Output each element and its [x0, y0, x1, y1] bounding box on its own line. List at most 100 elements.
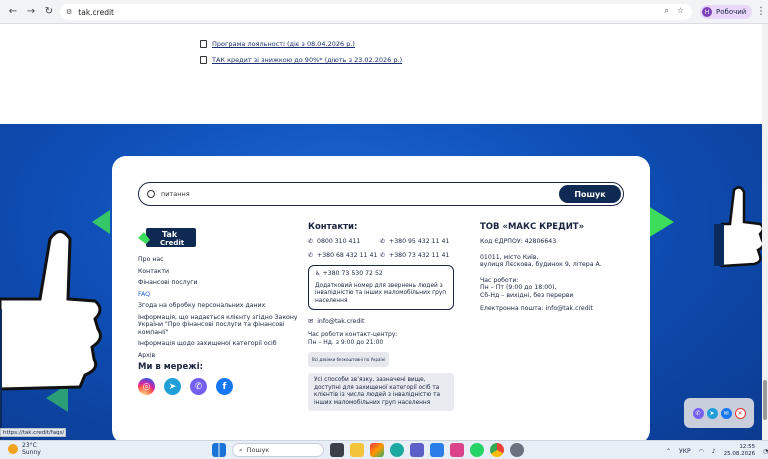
- search-icon: ⌕: [239, 445, 243, 454]
- footer-links: Про нас Контакти Фінансові послуги FAQ З…: [138, 256, 298, 363]
- viber-chat-icon[interactable]: ✆: [692, 407, 704, 419]
- contact-email-text: info@tak.credit: [317, 318, 365, 325]
- phone-icon: ✆: [380, 238, 386, 245]
- store-icon[interactable]: [430, 443, 444, 457]
- contacts-column: Контакти: ✆ 0800 310 411 ✆ +380 95 432 11 …: [308, 222, 458, 411]
- document-link[interactable]: Програма лояльності (діє з 08.04.2026 р.…: [212, 40, 355, 48]
- footer-link-faq[interactable]: FAQ: [138, 291, 298, 299]
- bookmark-star-icon[interactable]: ☆: [677, 6, 684, 16]
- settings-icon[interactable]: [510, 443, 524, 457]
- accessibility-icon: ♿: [315, 270, 321, 277]
- telegram-icon[interactable]: ➤: [164, 378, 181, 395]
- windows-start-icon[interactable]: [212, 443, 226, 457]
- taskbar-apps: ⌕ Пошук: [212, 443, 524, 457]
- page-scrollbar[interactable]: [762, 24, 768, 444]
- zoom-icon[interactable]: ⌕: [664, 6, 668, 16]
- accessibility-phone-box: ♿ +380 73 530 72 52 Додатковий номер для…: [308, 265, 454, 310]
- footer-link-protected[interactable]: Інформація щодо захищеної категорії осіб: [138, 340, 298, 348]
- weather-temp: 23°C: [22, 442, 37, 449]
- phone-number: +380 95 432 11 41: [389, 238, 450, 245]
- forward-icon[interactable]: →: [22, 3, 40, 21]
- weather-widget[interactable]: 23°C Sunny: [8, 442, 41, 456]
- mail-icon: ✉: [308, 318, 314, 325]
- clock[interactable]: 12:55 25.08.2026: [724, 444, 756, 458]
- phone-item[interactable]: ✆ +380 95 432 11 41: [380, 238, 460, 245]
- tak-credit-logo[interactable]: Tak Credit: [138, 226, 196, 248]
- taskbar-search[interactable]: ⌕ Пошук: [232, 443, 324, 457]
- notification-icon[interactable]: ◔: [763, 448, 768, 455]
- accessibility-phone-number: +380 73 530 72 52: [322, 270, 383, 277]
- clock-date: 25.08.2026: [723, 451, 756, 457]
- socials-list: ◎ ➤ ✆ f: [138, 378, 233, 395]
- decorative-triangle: [648, 206, 674, 238]
- search-bar: питання Пошук: [138, 182, 624, 206]
- documents-list: Програма лояльності (діє з 08.04.2026 р.…: [200, 40, 402, 72]
- whatsapp-icon[interactable]: [470, 443, 484, 457]
- document-icon: [200, 56, 207, 64]
- task-view-icon[interactable]: [330, 443, 344, 457]
- chrome-icon[interactable]: [490, 443, 504, 457]
- facebook-icon[interactable]: f: [216, 378, 233, 395]
- footer-link-services[interactable]: Фінансові послуги: [138, 279, 298, 287]
- site-info-icon[interactable]: ⚙: [66, 8, 72, 16]
- footer-link-about[interactable]: Про нас: [138, 256, 298, 264]
- menu-dots-icon[interactable]: ⋮: [756, 6, 766, 17]
- logo-text-top: Tak: [162, 230, 178, 239]
- search-input[interactable]: питання: [161, 190, 190, 198]
- wifi-icon[interactable]: ◠: [699, 448, 704, 455]
- phone-number: +380 73 432 11 41: [389, 252, 450, 259]
- accessibility-desc: Додатковий номер для звернень людей з ін…: [315, 282, 447, 304]
- chat-widget: ✆ ➤ ✉ ✕: [684, 398, 754, 428]
- teams-icon[interactable]: [410, 443, 424, 457]
- phone-number: 0800 310 411: [317, 238, 361, 245]
- app-icon[interactable]: [450, 443, 464, 457]
- accessibility-phone[interactable]: ♿ +380 73 530 72 52: [315, 270, 447, 278]
- company-address-1: 01011, місто Київ,: [480, 253, 539, 261]
- company-edrpou: Код ЄДРПОУ: 42806643: [480, 238, 557, 245]
- language-indicator[interactable]: УКР: [679, 448, 691, 455]
- footer-link-law-info[interactable]: Інформація, що надається клієнту згідно …: [138, 314, 298, 337]
- footer-link-consent[interactable]: Згода на обробку персональних даних: [138, 302, 298, 310]
- phone-item[interactable]: ✆ 0800 310 411: [308, 238, 380, 245]
- phone-icon: ✆: [308, 252, 314, 259]
- profile-button[interactable]: Н Робочий: [700, 5, 753, 19]
- hours-title: Час роботи контакт-центру:: [308, 331, 398, 338]
- phone-item[interactable]: ✆ +380 73 432 11 41: [380, 252, 460, 259]
- phone-item[interactable]: ✆ +380 68 432 11 41: [308, 252, 380, 259]
- volume-icon[interactable]: ♪: [712, 448, 716, 455]
- url-text: tak.credit: [78, 7, 114, 17]
- edge-icon[interactable]: [390, 443, 404, 457]
- reload-icon[interactable]: ↻: [40, 3, 58, 21]
- contact-email[interactable]: ✉ info@tak.credit: [308, 318, 458, 325]
- address-bar[interactable]: ⚙ tak.credit ⌕ ☆: [60, 4, 692, 20]
- profile-avatar: Н: [702, 7, 712, 17]
- document-link[interactable]: ТАК кредит зі знижкою до 90%* (діють з 2…: [212, 56, 402, 64]
- clock-time: 12:55: [739, 444, 756, 450]
- viber-icon[interactable]: ✆: [190, 378, 207, 395]
- back-icon[interactable]: ←: [4, 3, 22, 21]
- socials-title: Ми в мережі:: [138, 362, 204, 372]
- footer-link-contacts[interactable]: Контакти: [138, 268, 298, 276]
- phone-number: +380 68 432 11 41: [317, 252, 378, 259]
- company-title: ТОВ «МАКС КРЕДИТ»: [480, 222, 585, 232]
- phones-grid: ✆ 0800 310 411 ✆ +380 95 432 11 41 ✆ +380 6…: [308, 238, 458, 259]
- messenger-chat-icon[interactable]: ✉: [720, 407, 732, 419]
- tray-chevron-icon[interactable]: ⌃: [666, 448, 671, 455]
- hours-value: Пн – Нд. з 9:00 до 21:00: [308, 338, 384, 346]
- document-item[interactable]: ТАК кредит зі знижкою до 90%* (діють з 2…: [200, 56, 402, 64]
- scrollbar-thumb[interactable]: [763, 380, 767, 420]
- contacts-title: Контакти:: [308, 222, 358, 232]
- instagram-icon[interactable]: ◎: [138, 378, 155, 395]
- company-hours-2: Сб-Нд – вихідні, без перерви: [480, 291, 574, 299]
- company-email[interactable]: Електронна пошта: info@tak.credit: [480, 305, 640, 313]
- free-calls-badge: Всі дзвінки безкоштовні по Україні: [308, 352, 390, 367]
- search-button[interactable]: Пошук: [559, 185, 621, 203]
- telegram-chat-icon[interactable]: ➤: [706, 407, 718, 419]
- file-explorer-icon[interactable]: [350, 443, 364, 457]
- close-icon[interactable]: ✕: [734, 407, 746, 419]
- document-item[interactable]: Програма лояльності (діє з 08.04.2026 р.…: [200, 40, 402, 48]
- copilot-icon[interactable]: [370, 443, 384, 457]
- footer-link-archive[interactable]: Архів: [138, 352, 298, 360]
- company-hours-1: Пн – Пт (9:00 до 18:00),: [480, 284, 557, 291]
- thumbs-up-left-icon: [0, 230, 102, 439]
